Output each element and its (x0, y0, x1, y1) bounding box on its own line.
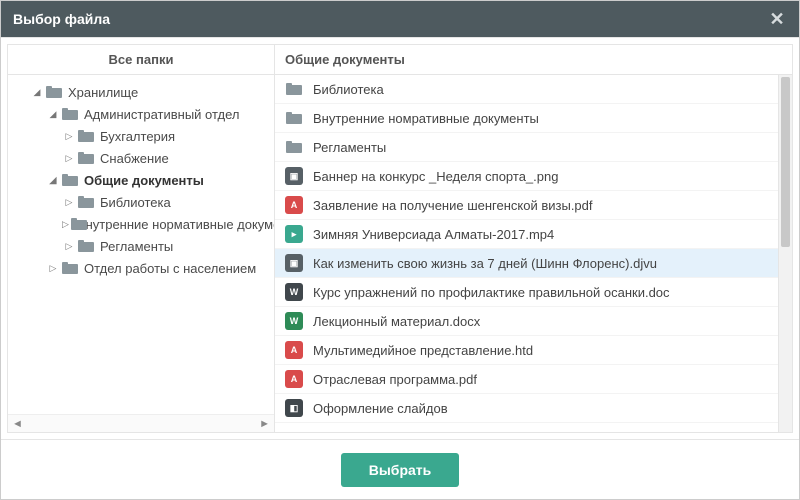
expand-icon[interactable]: ▷ (62, 131, 76, 142)
expand-icon[interactable]: ▷ (46, 263, 60, 274)
file-name: Внутренние номративные документы (313, 111, 539, 126)
tree-node-label: Регламенты (100, 239, 173, 254)
file-list-pane: Общие документы Библиотека Внутренние ном… (275, 44, 793, 433)
tree-node[interactable]: ▷ Регламенты (8, 235, 274, 257)
img-icon: ▣ (285, 167, 303, 185)
pdf-icon: A (285, 370, 303, 388)
titlebar: Выбор файла ✕ (1, 1, 799, 37)
file-name: Курс упражнений по профилактике правильн… (313, 285, 670, 300)
folder-tree: ◢ Хранилище ◢ Административный отдел ▷ Бухгал… (8, 75, 274, 414)
tree-node[interactable]: ◢ Административный отдел (8, 103, 274, 125)
folder-tree-pane: Все папки ◢ Хранилище ◢ Административный от… (7, 44, 275, 433)
folder-icon (285, 109, 303, 127)
tree-node-label: Библиотека (100, 195, 171, 210)
file-name: Баннер на конкурс _Неделя спорта_.png (313, 169, 558, 184)
file-select-dialog: Выбор файла ✕ Все папки ◢ Хранилище ◢ Админ… (0, 0, 800, 500)
file-row[interactable]: A Заявление на получение шенгенской визы.… (275, 191, 778, 220)
tree-node-label: Хранилище (68, 85, 138, 100)
dialog-footer: Выбрать (1, 439, 799, 499)
docx-icon: W (285, 312, 303, 330)
file-row[interactable]: W Курс упражнений по профилактике правиль… (275, 278, 778, 307)
folder-row[interactable]: Регламенты (275, 133, 778, 162)
file-row[interactable]: A Отраслевая программа.pdf (275, 365, 778, 394)
folder-icon (78, 130, 94, 142)
folder-icon (78, 152, 94, 164)
folder-icon (285, 80, 303, 98)
file-name: Библиотека (313, 82, 384, 97)
vertical-scrollbar[interactable] (778, 75, 792, 432)
folder-icon (62, 108, 78, 120)
tree-node[interactable]: ▷ Снабжение (8, 147, 274, 169)
tree-node-label: Бухгалтерия (100, 129, 175, 144)
tree-node-label: Отдел работы с населением (84, 261, 256, 276)
folder-row[interactable]: Внутренние номративные документы (275, 104, 778, 133)
tree-node-label: Общие документы (84, 173, 204, 188)
file-name: Зимняя Универсиада Алматы-2017.mp4 (313, 227, 554, 242)
folder-icon (62, 174, 78, 186)
file-list: Библиотека Внутренние номративные докумен… (275, 75, 778, 432)
file-name: Лекционный материал.docx (313, 314, 480, 329)
collapse-icon[interactable]: ◢ (46, 175, 60, 186)
folder-icon (78, 240, 94, 252)
pdf-icon: A (285, 196, 303, 214)
tree-node[interactable]: ▷ Бухгалтерия (8, 125, 274, 147)
tree-node[interactable]: ▷ Библиотека (8, 191, 274, 213)
file-name: Как изменить свою жизнь за 7 дней (Шинн … (313, 256, 657, 271)
expand-icon[interactable]: ▷ (62, 153, 76, 164)
djvu-icon: ▣ (285, 254, 303, 272)
folder-icon (78, 196, 94, 208)
tree-node[interactable]: ◢ Хранилище (8, 81, 274, 103)
htd-icon: A (285, 341, 303, 359)
folder-icon (285, 138, 303, 156)
file-list-header: Общие документы (275, 45, 792, 75)
scroll-left-icon[interactable]: ◄ (12, 418, 23, 430)
close-icon[interactable]: ✕ (767, 9, 787, 29)
doc-icon: W (285, 283, 303, 301)
scroll-right-icon[interactable]: ► (259, 418, 270, 430)
expand-icon[interactable]: ▷ (62, 219, 69, 230)
tree-node-label: Внутренние нормативные документы (77, 217, 274, 232)
vid-icon: ▸ (285, 225, 303, 243)
file-row[interactable]: ▣ Баннер на конкурс _Неделя спорта_.png (275, 162, 778, 191)
file-row[interactable]: W Лекционный материал.docx (275, 307, 778, 336)
tree-node-label: Снабжение (100, 151, 169, 166)
folder-icon (62, 262, 78, 274)
expand-icon[interactable]: ▷ (62, 197, 76, 208)
folder-icon (46, 86, 62, 98)
dialog-title: Выбор файла (13, 11, 110, 27)
file-name: Отраслевая программа.pdf (313, 372, 477, 387)
select-button[interactable]: Выбрать (341, 453, 460, 487)
dialog-body: Все папки ◢ Хранилище ◢ Административный от… (1, 37, 799, 439)
tree-node[interactable]: ▷ Отдел работы с населением (8, 257, 274, 279)
expand-icon[interactable]: ▷ (62, 241, 76, 252)
file-row[interactable]: A Мультимедийное представление.htd (275, 336, 778, 365)
folder-row[interactable]: Библиотека (275, 75, 778, 104)
horizontal-scrollbar[interactable]: ◄ ► (8, 414, 274, 432)
file-row[interactable]: ▸ Зимняя Универсиада Алматы-2017.mp4 (275, 220, 778, 249)
file-name: Мультимедийное представление.htd (313, 343, 533, 358)
collapse-icon[interactable]: ◢ (46, 109, 60, 120)
file-row[interactable]: ◧ Оформление слайдов (275, 394, 778, 423)
file-name: Заявление на получение шенгенской визы.p… (313, 198, 593, 213)
file-name: Регламенты (313, 140, 386, 155)
file-row[interactable]: ▣ Как изменить свою жизнь за 7 дней (Шинн… (275, 249, 778, 278)
folder-tree-header: Все папки (8, 45, 274, 75)
scrollbar-thumb[interactable] (781, 77, 790, 247)
collapse-icon[interactable]: ◢ (30, 87, 44, 98)
tree-node-label: Административный отдел (84, 107, 239, 122)
tree-node-selected[interactable]: ◢ Общие документы (8, 169, 274, 191)
file-name: Оформление слайдов (313, 401, 448, 416)
presentation-icon: ◧ (285, 399, 303, 417)
tree-node[interactable]: ▷ Внутренние нормативные документы (8, 213, 274, 235)
